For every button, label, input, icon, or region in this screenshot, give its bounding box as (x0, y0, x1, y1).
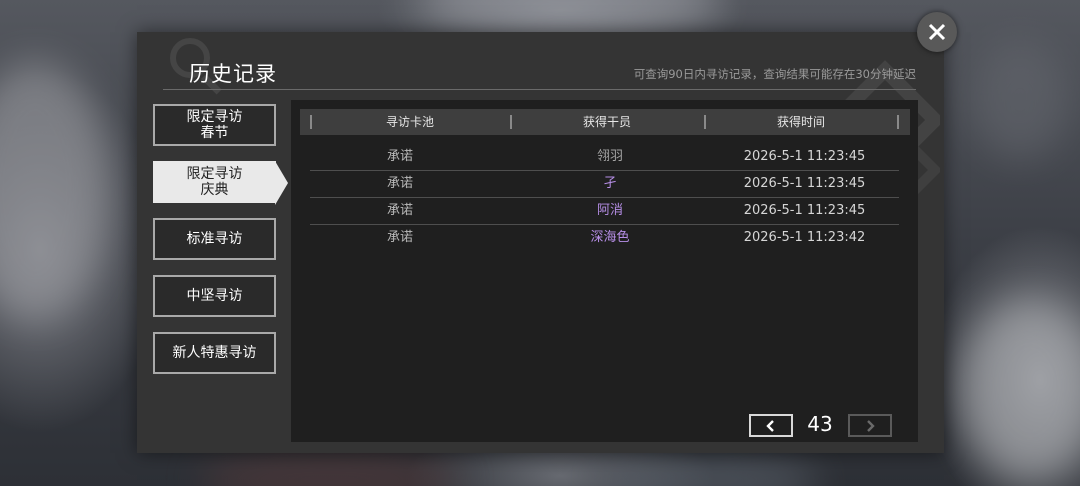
close-icon (928, 23, 946, 41)
tab-label: 中坚寻访 (186, 288, 243, 304)
title-divider (163, 89, 916, 90)
table-row: 承诺 阿消 2026-5-1 11:23:45 (310, 197, 899, 225)
row-time: 2026-5-1 11:23:42 (743, 230, 866, 245)
table-header: 寻访卡池 获得干员 获得时间 (300, 109, 910, 135)
row-operator: 孑 (603, 176, 617, 191)
row-pool: 承诺 (386, 203, 413, 218)
chevron-right-icon (867, 419, 875, 432)
page-number: 43 (807, 412, 833, 436)
close-button[interactable] (917, 12, 957, 52)
row-pool: 承诺 (386, 149, 413, 164)
tab-core[interactable]: 中坚寻访 (153, 275, 276, 317)
row-pool: 承诺 (386, 230, 413, 245)
header-separator (897, 115, 899, 129)
table-row: 承诺 深海色 2026-5-1 11:23:42 (310, 224, 899, 251)
tab-label: 新人特惠寻访 (172, 345, 257, 361)
row-time: 2026-5-1 11:23:45 (743, 149, 866, 164)
row-pool: 承诺 (386, 176, 413, 191)
page-title: 历史记录 (189, 62, 277, 86)
row-time: 2026-5-1 11:23:45 (743, 203, 866, 218)
tab-newbie-special[interactable]: 新人特惠寻访 (153, 332, 276, 374)
tab-limited-celebration[interactable]: 限定寻访 庆典 (153, 161, 288, 205)
tab-standard[interactable]: 标准寻访 (153, 218, 276, 260)
tab-limited-spring-festival[interactable]: 限定寻访 春节 (153, 104, 276, 146)
row-operator: 翎羽 (596, 149, 623, 164)
table-row: 承诺 翎羽 2026-5-1 11:23:45 (310, 143, 899, 171)
row-operator: 阿消 (596, 203, 623, 218)
tab-label: 标准寻访 (186, 231, 243, 247)
next-page-button[interactable] (848, 414, 892, 437)
header-operator: 获得干员 (582, 115, 631, 129)
tab-sublabel: 春节 (200, 125, 229, 141)
header-time: 获得时间 (776, 115, 825, 129)
tab-sublabel: 庆典 (200, 182, 229, 198)
query-notice: 可查询90日内寻访记录，查询结果可能存在30分钟延迟 (633, 67, 916, 81)
row-time: 2026-5-1 11:23:45 (743, 176, 866, 191)
tab-label: 限定寻访 (186, 109, 243, 125)
prev-page-button[interactable] (749, 414, 793, 437)
tab-label: 限定寻访 (186, 166, 243, 182)
row-operator: 深海色 (590, 230, 630, 245)
chevron-left-icon (766, 419, 774, 432)
header-pool: 寻访卡池 (385, 115, 434, 129)
table-row: 承诺 孑 2026-5-1 11:23:45 (310, 170, 899, 198)
